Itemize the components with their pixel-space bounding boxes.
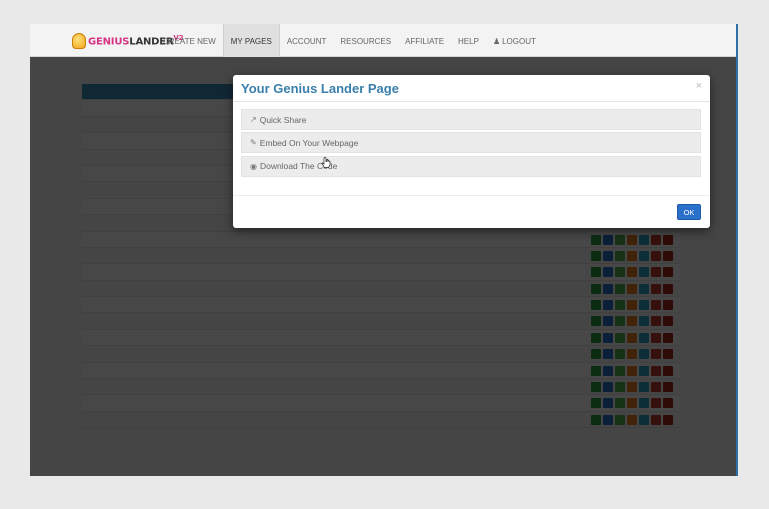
modal-header: Your Genius Lander Page ×	[233, 75, 710, 102]
quick-share-option[interactable]: ↗ Quick Share	[241, 109, 701, 130]
download-code-option[interactable]: ◉ Download The Code	[241, 155, 701, 177]
nav-my-pages[interactable]: MY PAGES	[222, 24, 280, 57]
embed-option[interactable]: ✎ Embed On Your Webpage	[241, 132, 701, 154]
share-modal: Your Genius Lander Page × ↗ Quick Share …	[233, 75, 710, 228]
nav-help[interactable]: HELP	[451, 24, 486, 57]
modal-body: ↗ Quick Share ✎ Embed On Your Webpage ◉ …	[241, 109, 701, 179]
download-icon: ◉	[250, 161, 257, 171]
nav-resources[interactable]: RESOURCES	[333, 24, 398, 57]
embed-label: Embed On Your Webpage	[259, 137, 359, 148]
main-nav: CREATE NEW MY PAGES ACCOUNT RESOURCES AF…	[156, 24, 543, 57]
modal-title: Your Genius Lander Page	[241, 81, 399, 96]
close-icon[interactable]: ×	[696, 80, 702, 92]
share-icon: ↗	[250, 115, 257, 124]
lightbulb-icon	[72, 33, 86, 49]
nav-create-new[interactable]: CREATE NEW	[156, 24, 223, 57]
top-navbar: GENIUSLANDERV2 CREATE NEW MY PAGES ACCOU…	[30, 24, 736, 57]
nav-logout[interactable]: ♟ LOGOUT	[486, 24, 543, 57]
nav-logout-label: LOGOUT	[502, 37, 536, 46]
nav-account[interactable]: ACCOUNT	[280, 24, 334, 57]
ok-button[interactable]: OK	[677, 204, 701, 220]
user-icon: ♟	[492, 37, 501, 46]
edit-icon: ✎	[250, 138, 257, 148]
modal-footer: OK	[233, 195, 710, 228]
hand-cursor-icon	[321, 157, 331, 168]
quick-share-label: Quick Share	[259, 114, 307, 125]
nav-affiliate[interactable]: AFFILIATE	[398, 24, 451, 57]
